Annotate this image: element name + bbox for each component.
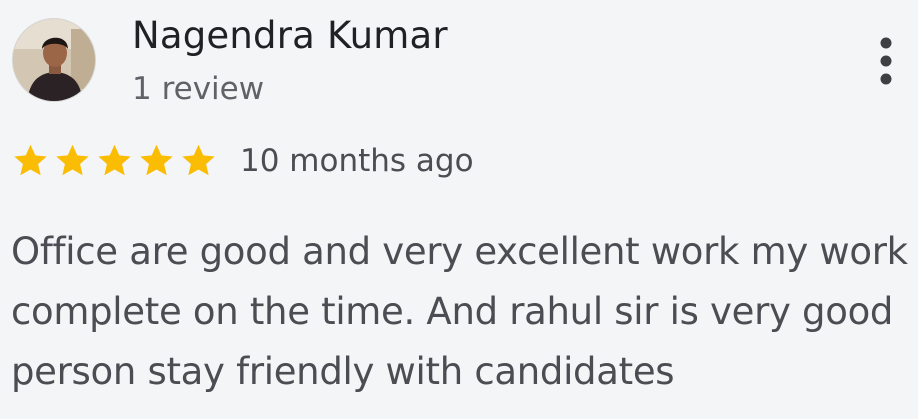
star-icon: [14, 144, 47, 176]
reviewer-name[interactable]: Nagendra Kumar: [132, 14, 448, 57]
review-card: Nagendra Kumar 1 review 10 months ago Of…: [0, 0, 918, 419]
user-photo-icon: [13, 19, 95, 101]
more-options-button[interactable]: [866, 34, 906, 92]
star-icon: [140, 144, 173, 176]
star-icon: [182, 144, 215, 176]
more-vert-icon: [880, 37, 892, 85]
avatar[interactable]: [12, 18, 96, 102]
review-time: 10 months ago: [240, 143, 474, 179]
review-count[interactable]: 1 review: [132, 71, 264, 107]
star-rating: [11, 142, 218, 179]
star-icon: [56, 144, 89, 176]
review-text: Office are good and very excellent work …: [11, 230, 908, 393]
star-icon: [98, 144, 131, 176]
